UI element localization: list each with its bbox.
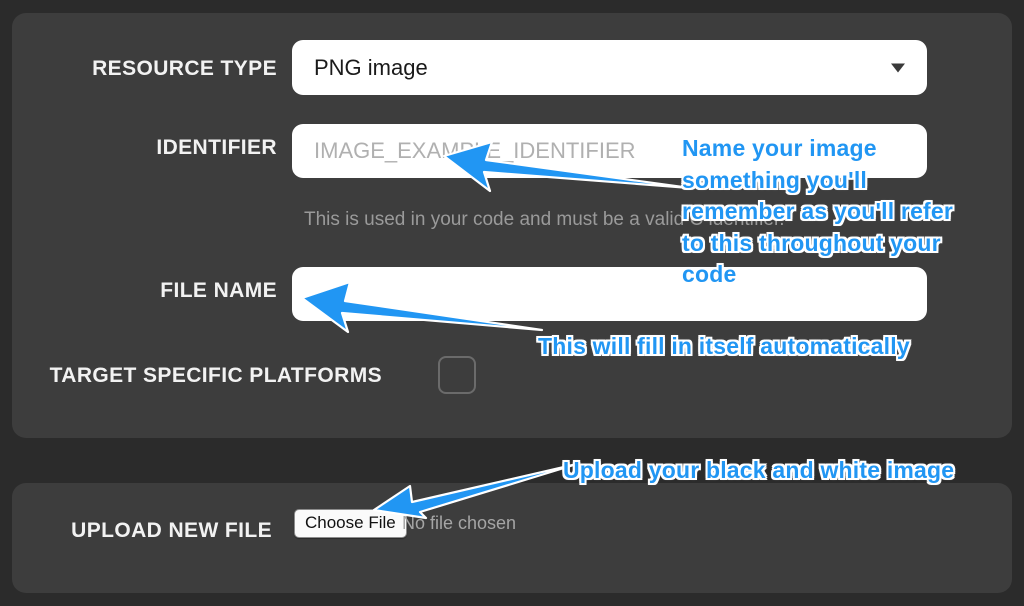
resource-type-select[interactable]: PNG image [292, 40, 927, 95]
annotation-identifier-note: Name your image something you'll remembe… [682, 135, 954, 287]
target-specific-platforms-checkbox[interactable] [438, 356, 476, 394]
upload-new-file-label: UPLOAD NEW FILE [71, 519, 272, 542]
target-specific-platforms-label: TARGET SPECIFIC PLATFORMS [49, 364, 382, 387]
identifier-label: IDENTIFIER [156, 136, 277, 159]
resource-type-value: PNG image [314, 54, 428, 80]
chevron-down-icon [891, 63, 905, 72]
file-name-label: FILE NAME [160, 279, 277, 302]
annotation-upload-note: Upload your black and white image [563, 457, 955, 483]
annotation-arrow-identifier [440, 138, 700, 198]
annotation-arrow-file-name [300, 278, 550, 338]
annotation-arrow-upload [372, 462, 582, 520]
annotation-file-name-note: This will fill in itself automatically [538, 333, 910, 359]
resource-type-label: RESOURCE TYPE [92, 57, 277, 80]
screenshot-root: RESOURCE TYPE PNG image IDENTIFIER IMAGE… [0, 0, 1024, 606]
